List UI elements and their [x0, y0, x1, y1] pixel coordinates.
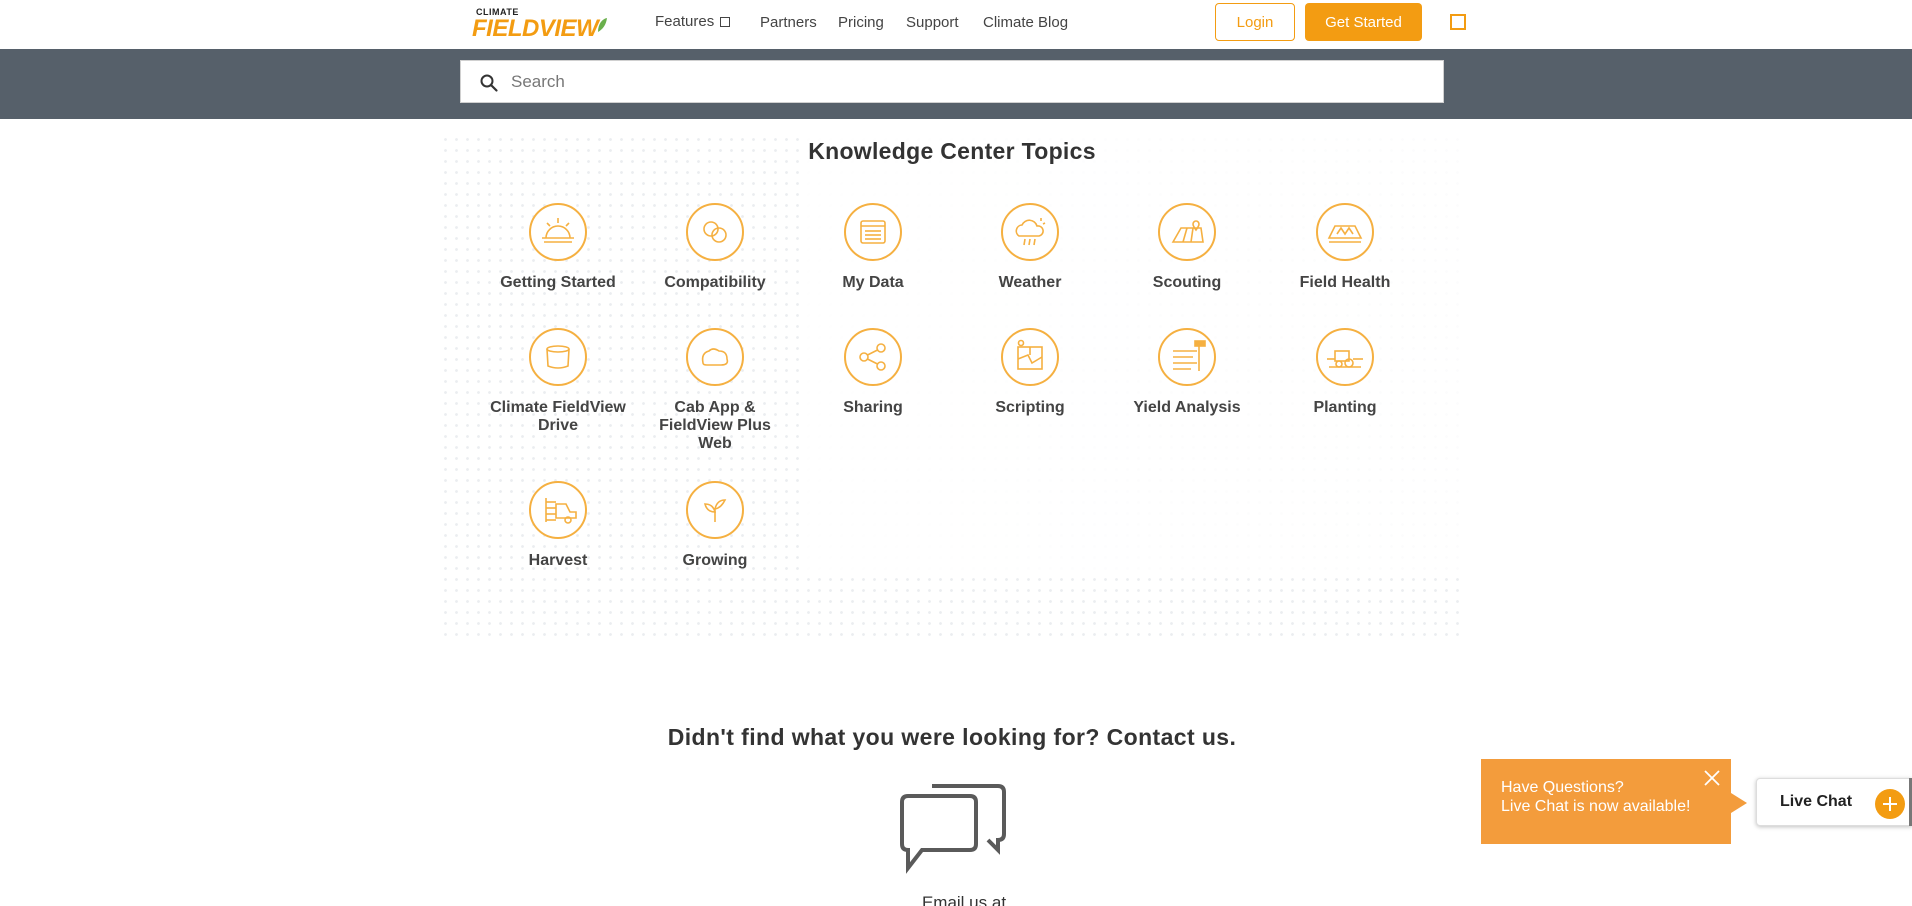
- topic-label: Getting Started: [500, 274, 616, 291]
- topic-label: Planting: [1313, 399, 1377, 416]
- dropdown-square-icon: [720, 16, 731, 27]
- topic-scouting[interactable]: Scouting: [1117, 203, 1257, 292]
- topic-field-health[interactable]: Field Health: [1275, 203, 1415, 292]
- topic-label: Harvest: [528, 552, 588, 569]
- logo-fieldview-text: FIELDVIEW: [472, 15, 599, 42]
- topic-cab-app[interactable]: Cab App & FieldView Plus Web: [645, 328, 785, 453]
- topics-title: Knowledge Center Topics: [808, 138, 1096, 164]
- search-box[interactable]: [460, 60, 1444, 103]
- search-input[interactable]: [511, 61, 1431, 102]
- combine-icon: [529, 481, 587, 539]
- get-started-button[interactable]: Get Started: [1305, 3, 1422, 41]
- live-chat-callout[interactable]: Have Questions? Live Chat is now availab…: [1481, 759, 1747, 844]
- topic-label: Field Health: [1299, 274, 1391, 291]
- topic-compatibility[interactable]: Compatibility: [645, 203, 785, 292]
- sprout-icon: [686, 481, 744, 539]
- live-chat-button[interactable]: Live Chat: [1756, 778, 1912, 826]
- share-icon: [844, 328, 902, 386]
- topic-weather[interactable]: Weather: [960, 203, 1100, 292]
- nav-climate-blog[interactable]: Climate Blog: [983, 14, 1068, 31]
- topic-planting[interactable]: Planting: [1275, 328, 1415, 417]
- topic-harvest[interactable]: Harvest: [488, 481, 628, 570]
- nav-partners[interactable]: Partners: [760, 14, 817, 31]
- menu-square-icon[interactable]: [1450, 14, 1466, 30]
- live-chat-label: Live Chat: [1780, 793, 1853, 810]
- nav-support[interactable]: Support: [906, 14, 959, 31]
- site-header: CLIMATE FIELDVIEW Features Partners Pric…: [0, 0, 1912, 49]
- topic-sharing[interactable]: Sharing: [803, 328, 943, 417]
- topic-label: Cab App & FieldView Plus Web: [659, 399, 771, 452]
- weather-icon: [1001, 203, 1059, 261]
- yield-chart-icon: [1158, 328, 1216, 386]
- tractor-cab-icon: [686, 328, 744, 386]
- search-band: [0, 49, 1912, 119]
- topic-scripting[interactable]: Scripting: [960, 328, 1100, 417]
- topic-climate-fieldview-drive[interactable]: Climate FieldView Drive: [488, 328, 628, 435]
- topic-label: Scouting: [1152, 274, 1222, 291]
- compatibility-icon: [686, 203, 744, 261]
- callout-arrow: [1731, 793, 1747, 813]
- topic-label: Sharing: [843, 399, 903, 416]
- nav-features-label: Features: [655, 13, 715, 30]
- login-button[interactable]: Login: [1215, 3, 1295, 41]
- topic-label: Yield Analysis: [1133, 399, 1241, 416]
- field-health-icon: [1316, 203, 1374, 261]
- contact-title: Didn't find what you were looking for? C…: [667, 724, 1237, 750]
- callout-text: Have Questions? Live Chat is now availab…: [1501, 778, 1690, 816]
- chat-bubbles-icon: [900, 784, 1006, 874]
- email-us-text: Email us at: [921, 893, 1007, 906]
- fieldview-logo[interactable]: CLIMATE FIELDVIEW: [472, 7, 608, 42]
- topic-label: Scripting: [995, 399, 1065, 416]
- topic-label: My Data: [842, 274, 904, 291]
- topic-label: Weather: [998, 274, 1062, 291]
- topic-label: Climate FieldView Drive: [490, 399, 626, 434]
- callout-line-2: Live Chat is now available!: [1501, 798, 1691, 815]
- nav-features[interactable]: Features: [655, 13, 731, 30]
- topic-label: Growing: [682, 552, 748, 569]
- field-pin-icon: [1158, 203, 1216, 261]
- close-icon[interactable]: [1703, 769, 1721, 787]
- topic-label: Compatibility: [664, 274, 766, 291]
- data-table-icon: [844, 203, 902, 261]
- topic-my-data[interactable]: My Data: [803, 203, 943, 292]
- topic-yield-analysis[interactable]: Yield Analysis: [1117, 328, 1257, 417]
- planter-icon: [1316, 328, 1374, 386]
- map-script-icon: [1001, 328, 1059, 386]
- sunrise-icon: [529, 203, 587, 261]
- nav-pricing[interactable]: Pricing: [838, 14, 884, 31]
- search-icon: [480, 74, 498, 92]
- topic-getting-started[interactable]: Getting Started: [488, 203, 628, 292]
- leaf-icon: [598, 18, 607, 32]
- callout-line-1: Have Questions?: [1501, 779, 1624, 796]
- plus-icon: [1875, 789, 1905, 819]
- drive-device-icon: [529, 328, 587, 386]
- topic-growing[interactable]: Growing: [645, 481, 785, 570]
